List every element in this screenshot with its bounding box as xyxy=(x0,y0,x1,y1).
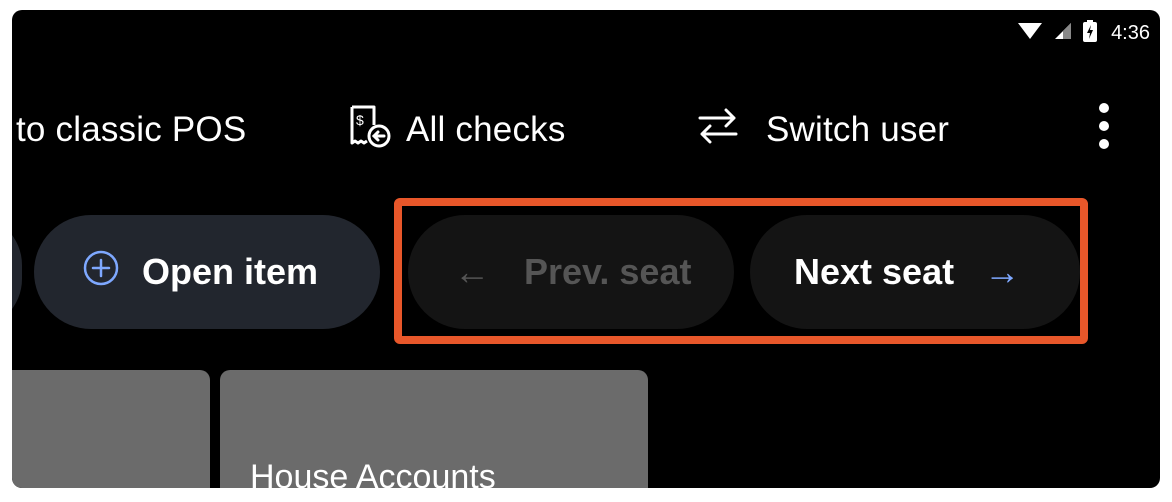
top-action-bar: to classic POS $ All checks Switch user xyxy=(12,100,1160,160)
switch-user-button[interactable]: Switch user xyxy=(698,100,949,160)
battery-charging-icon xyxy=(1083,20,1098,47)
open-item-label: Open item xyxy=(142,251,319,292)
switch-user-label: Switch user xyxy=(766,110,950,149)
app-frame: 4:36 to classic POS $ All checks Switch … xyxy=(12,10,1160,488)
status-time: 4:36 xyxy=(1111,22,1150,44)
signal-icon xyxy=(1053,21,1073,46)
seat-navigation-highlight xyxy=(394,198,1088,344)
checks-receipt-icon: $ xyxy=(348,103,392,158)
status-bar: 4:36 xyxy=(1017,20,1150,47)
house-accounts-label: House Accounts xyxy=(250,458,496,488)
all-checks-label: All checks xyxy=(406,110,566,149)
add-circle-icon xyxy=(82,249,120,296)
all-checks-button[interactable]: $ All checks xyxy=(348,100,566,160)
category-tile[interactable] xyxy=(12,370,210,488)
switch-to-classic-pos-button[interactable]: to classic POS xyxy=(16,100,246,160)
more-vertical-icon xyxy=(1098,102,1110,159)
wifi-icon xyxy=(1017,21,1043,46)
swap-arrows-icon xyxy=(698,106,738,155)
more-options-button[interactable] xyxy=(1098,100,1110,160)
classic-pos-label: to classic POS xyxy=(16,110,247,149)
svg-text:$: $ xyxy=(356,112,364,128)
open-item-button[interactable]: Open item xyxy=(34,215,380,329)
partial-pill-button[interactable] xyxy=(12,215,22,329)
house-accounts-tile[interactable]: House Accounts xyxy=(220,370,648,488)
